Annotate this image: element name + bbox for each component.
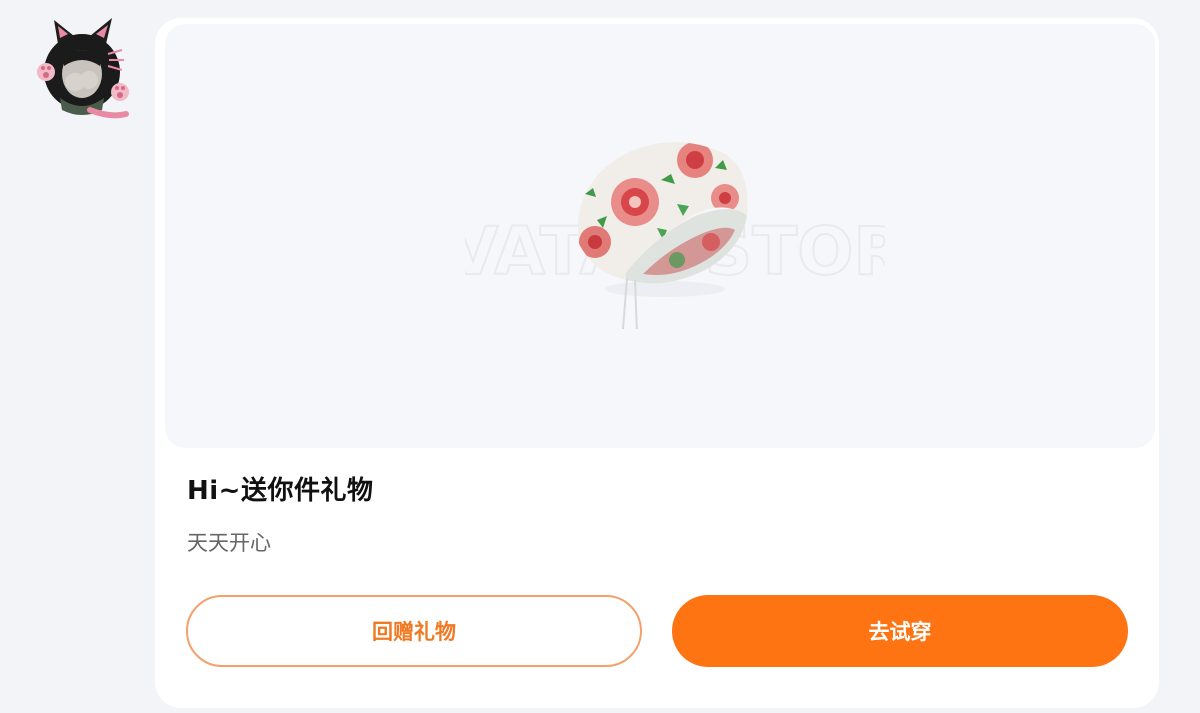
sender-avatar[interactable]	[30, 14, 134, 124]
cat-avatar-icon	[37, 18, 129, 119]
return-gift-label: 回赠礼物	[372, 620, 456, 644]
return-gift-button[interactable]: 回赠礼物	[186, 595, 642, 667]
gift-preview[interactable]: AVATAR STORE	[165, 24, 1155, 448]
gift-title: Hi~送你件礼物	[187, 476, 374, 506]
gift-message-screen: AVATAR STORE	[0, 0, 1200, 713]
floral-beanie-hat-icon	[565, 124, 765, 329]
try-on-label: 去试穿	[868, 620, 932, 644]
try-on-button[interactable]: 去试穿	[672, 595, 1128, 667]
gift-card: AVATAR STORE	[155, 18, 1159, 708]
gift-message: 天天开心	[187, 531, 271, 555]
